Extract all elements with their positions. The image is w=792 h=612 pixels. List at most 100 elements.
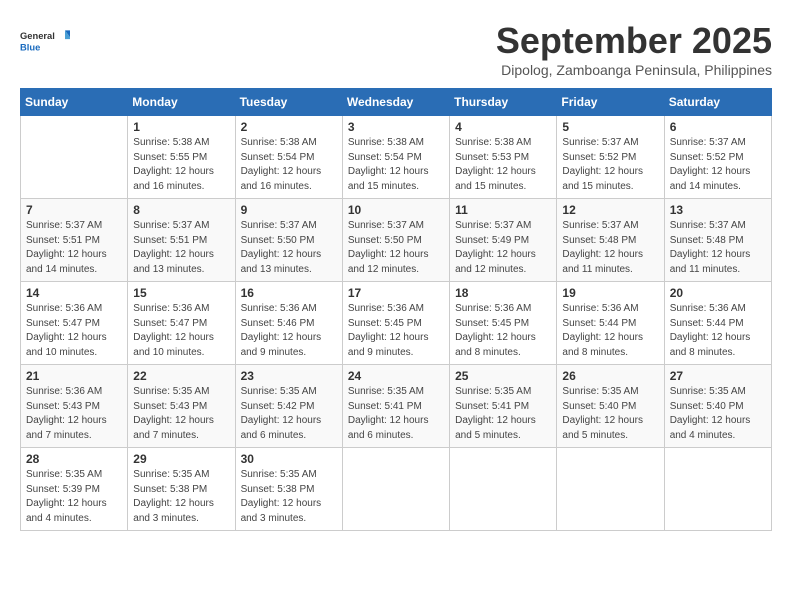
title-area: September 2025 Dipolog, Zamboanga Penins…: [496, 20, 772, 78]
day-number: 15: [133, 286, 229, 300]
day-number: 29: [133, 452, 229, 466]
calendar-cell: 20 Sunrise: 5:36 AM Sunset: 5:44 PM Dayli…: [664, 282, 771, 365]
calendar-cell: 16Sunrise: 5:36 AM Sunset: 5:46 PM Dayli…: [235, 282, 342, 365]
calendar-cell: 15 Sunrise: 5:36 AM Sunset: 5:47 PM Dayli…: [128, 282, 235, 365]
day-number: 30: [241, 452, 337, 466]
calendar-cell: 17 Sunrise: 5:36 AM Sunset: 5:45 PM Dayli…: [342, 282, 449, 365]
logo-svg: General Blue: [20, 20, 70, 62]
day-info: Sunrise: 5:35 AM Sunset: 5:40 PM Dayligh…: [562, 385, 658, 443]
day-number: 11: [455, 203, 551, 217]
header-thursday: Thursday: [450, 89, 557, 116]
day-info: Sunrise: 5:36 AM Sunset: 5:46 PM Dayligh…: [241, 302, 337, 360]
calendar-cell: 19 Sunrise: 5:36 AM Sunset: 5:44 PM Dayli…: [557, 282, 664, 365]
calendar-cell: 3 Sunrise: 5:38 AM Sunset: 5:54 PM Daylig…: [342, 116, 449, 199]
calendar-cell: 29Sunrise: 5:35 AM Sunset: 5:38 PM Dayli…: [128, 448, 235, 531]
day-info: Sunrise: 5:35 AM Sunset: 5:38 PM Dayligh…: [241, 468, 337, 526]
day-info: Sunrise: 5:37 AM Sunset: 5:49 PM Dayligh…: [455, 219, 551, 277]
month-title: September 2025: [496, 20, 772, 62]
day-info: Sunrise: 5:35 AM Sunset: 5:43 PM Dayligh…: [133, 385, 229, 443]
day-number: 6: [670, 120, 766, 134]
day-info: Sunrise: 5:35 AM Sunset: 5:41 PM Dayligh…: [348, 385, 444, 443]
calendar-cell: 24Sunrise: 5:35 AM Sunset: 5:41 PM Dayli…: [342, 365, 449, 448]
day-number: 21: [26, 369, 122, 383]
day-info: Sunrise: 5:36 AM Sunset: 5:44 PM Dayligh…: [562, 302, 658, 360]
day-info: Sunrise: 5:38 AM Sunset: 5:54 PM Dayligh…: [241, 136, 337, 194]
week-row-4: 21 Sunrise: 5:36 AM Sunset: 5:43 PM Dayli…: [21, 365, 772, 448]
subtitle: Dipolog, Zamboanga Peninsula, Philippine…: [496, 62, 772, 78]
day-info: Sunrise: 5:37 AM Sunset: 5:52 PM Dayligh…: [562, 136, 658, 194]
calendar-cell: 9 Sunrise: 5:37 AM Sunset: 5:50 PM Daylig…: [235, 199, 342, 282]
day-number: 3: [348, 120, 444, 134]
day-info: Sunrise: 5:36 AM Sunset: 5:47 PM Dayligh…: [133, 302, 229, 360]
day-info: Sunrise: 5:35 AM Sunset: 5:41 PM Dayligh…: [455, 385, 551, 443]
week-row-2: 7 Sunrise: 5:37 AM Sunset: 5:51 PM Daylig…: [21, 199, 772, 282]
day-number: 10: [348, 203, 444, 217]
day-number: 13: [670, 203, 766, 217]
calendar-cell: [450, 448, 557, 531]
day-info: Sunrise: 5:37 AM Sunset: 5:48 PM Dayligh…: [670, 219, 766, 277]
day-info: Sunrise: 5:35 AM Sunset: 5:42 PM Dayligh…: [241, 385, 337, 443]
day-number: 4: [455, 120, 551, 134]
day-number: 14: [26, 286, 122, 300]
day-number: 5: [562, 120, 658, 134]
header-saturday: Saturday: [664, 89, 771, 116]
calendar-cell: [342, 448, 449, 531]
day-number: 22: [133, 369, 229, 383]
day-info: Sunrise: 5:38 AM Sunset: 5:54 PM Dayligh…: [348, 136, 444, 194]
day-info: Sunrise: 5:38 AM Sunset: 5:55 PM Dayligh…: [133, 136, 229, 194]
calendar-cell: 26 Sunrise: 5:35 AM Sunset: 5:40 PM Dayli…: [557, 365, 664, 448]
week-row-5: 28 Sunrise: 5:35 AM Sunset: 5:39 PM Dayli…: [21, 448, 772, 531]
calendar-cell: 27 Sunrise: 5:35 AM Sunset: 5:40 PM Dayli…: [664, 365, 771, 448]
day-number: 7: [26, 203, 122, 217]
day-number: 28: [26, 452, 122, 466]
calendar-cell: [557, 448, 664, 531]
header-tuesday: Tuesday: [235, 89, 342, 116]
day-number: 18: [455, 286, 551, 300]
calendar-cell: 30 Sunrise: 5:35 AM Sunset: 5:38 PM Dayli…: [235, 448, 342, 531]
calendar-cell: 8 Sunrise: 5:37 AM Sunset: 5:51 PM Daylig…: [128, 199, 235, 282]
day-number: 12: [562, 203, 658, 217]
day-info: Sunrise: 5:37 AM Sunset: 5:52 PM Dayligh…: [670, 136, 766, 194]
calendar-cell: 6 Sunrise: 5:37 AM Sunset: 5:52 PM Daylig…: [664, 116, 771, 199]
calendar-cell: [21, 116, 128, 199]
day-number: 9: [241, 203, 337, 217]
calendar-cell: 1Sunrise: 5:38 AM Sunset: 5:55 PM Daylig…: [128, 116, 235, 199]
calendar-cell: 7 Sunrise: 5:37 AM Sunset: 5:51 PM Daylig…: [21, 199, 128, 282]
svg-text:Blue: Blue: [20, 42, 40, 52]
week-row-3: 14 Sunrise: 5:36 AM Sunset: 5:47 PM Dayli…: [21, 282, 772, 365]
day-number: 23: [241, 369, 337, 383]
day-number: 17: [348, 286, 444, 300]
day-number: 26: [562, 369, 658, 383]
day-number: 27: [670, 369, 766, 383]
calendar-cell: 12 Sunrise: 5:37 AM Sunset: 5:48 PM Dayli…: [557, 199, 664, 282]
header-friday: Friday: [557, 89, 664, 116]
page-header: General Blue September 2025 Dipolog, Zam…: [20, 20, 772, 78]
day-info: Sunrise: 5:36 AM Sunset: 5:44 PM Dayligh…: [670, 302, 766, 360]
day-info: Sunrise: 5:37 AM Sunset: 5:51 PM Dayligh…: [133, 219, 229, 277]
day-info: Sunrise: 5:35 AM Sunset: 5:40 PM Dayligh…: [670, 385, 766, 443]
day-number: 8: [133, 203, 229, 217]
calendar-cell: 14 Sunrise: 5:36 AM Sunset: 5:47 PM Dayli…: [21, 282, 128, 365]
calendar-cell: 5 Sunrise: 5:37 AM Sunset: 5:52 PM Daylig…: [557, 116, 664, 199]
logo: General Blue: [20, 20, 70, 62]
header-monday: Monday: [128, 89, 235, 116]
header-sunday: Sunday: [21, 89, 128, 116]
day-info: Sunrise: 5:37 AM Sunset: 5:48 PM Dayligh…: [562, 219, 658, 277]
day-info: Sunrise: 5:36 AM Sunset: 5:47 PM Dayligh…: [26, 302, 122, 360]
calendar-cell: 4Sunrise: 5:38 AM Sunset: 5:53 PM Daylig…: [450, 116, 557, 199]
week-row-1: 1Sunrise: 5:38 AM Sunset: 5:55 PM Daylig…: [21, 116, 772, 199]
day-info: Sunrise: 5:36 AM Sunset: 5:43 PM Dayligh…: [26, 385, 122, 443]
calendar-cell: 13 Sunrise: 5:37 AM Sunset: 5:48 PM Dayli…: [664, 199, 771, 282]
day-info: Sunrise: 5:37 AM Sunset: 5:50 PM Dayligh…: [348, 219, 444, 277]
day-number: 19: [562, 286, 658, 300]
calendar-cell: [664, 448, 771, 531]
header-wednesday: Wednesday: [342, 89, 449, 116]
day-info: Sunrise: 5:37 AM Sunset: 5:50 PM Dayligh…: [241, 219, 337, 277]
day-info: Sunrise: 5:36 AM Sunset: 5:45 PM Dayligh…: [348, 302, 444, 360]
day-number: 25: [455, 369, 551, 383]
header-row: SundayMondayTuesdayWednesdayThursdayFrid…: [21, 89, 772, 116]
day-info: Sunrise: 5:37 AM Sunset: 5:51 PM Dayligh…: [26, 219, 122, 277]
day-info: Sunrise: 5:35 AM Sunset: 5:39 PM Dayligh…: [26, 468, 122, 526]
calendar-cell: 10 Sunrise: 5:37 AM Sunset: 5:50 PM Dayli…: [342, 199, 449, 282]
day-number: 20: [670, 286, 766, 300]
